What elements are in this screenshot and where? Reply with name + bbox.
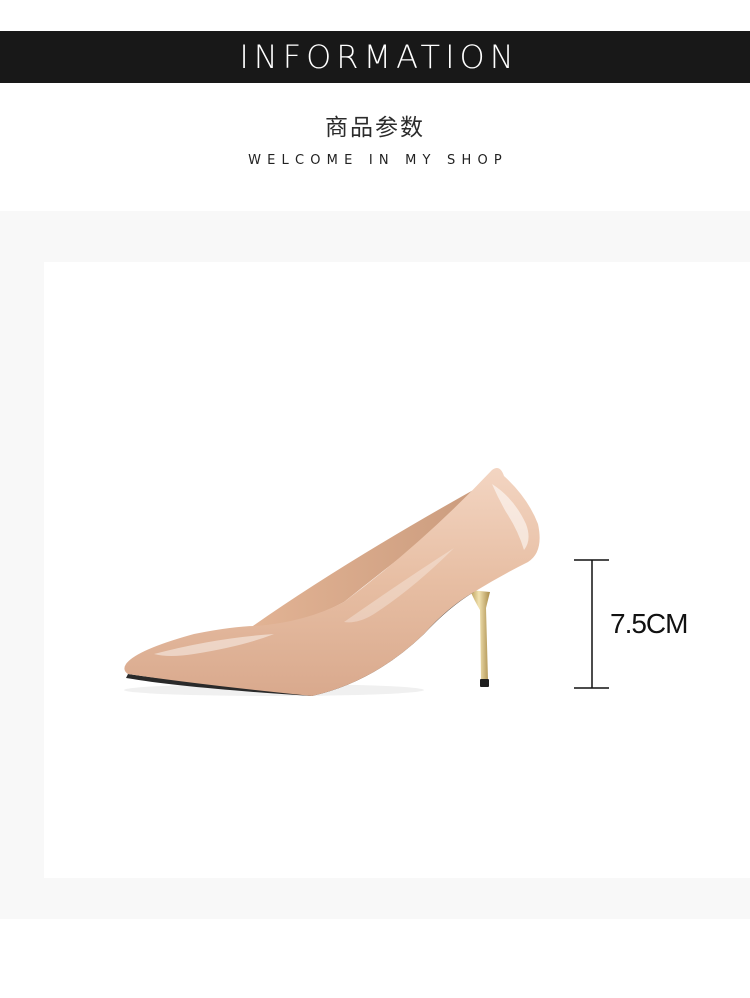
header-banner: INFORMATION xyxy=(0,31,750,83)
section-subtitle-en: WELCOME IN MY SHOP xyxy=(248,153,508,168)
section-subtitle-cn: 商品参数 xyxy=(325,115,425,141)
product-photo-card: 7.5CM xyxy=(44,262,750,878)
section-title: INFORMATION xyxy=(239,38,519,76)
height-measure-icon xyxy=(574,559,609,689)
heel-height-label: 7.5CM xyxy=(610,608,688,639)
